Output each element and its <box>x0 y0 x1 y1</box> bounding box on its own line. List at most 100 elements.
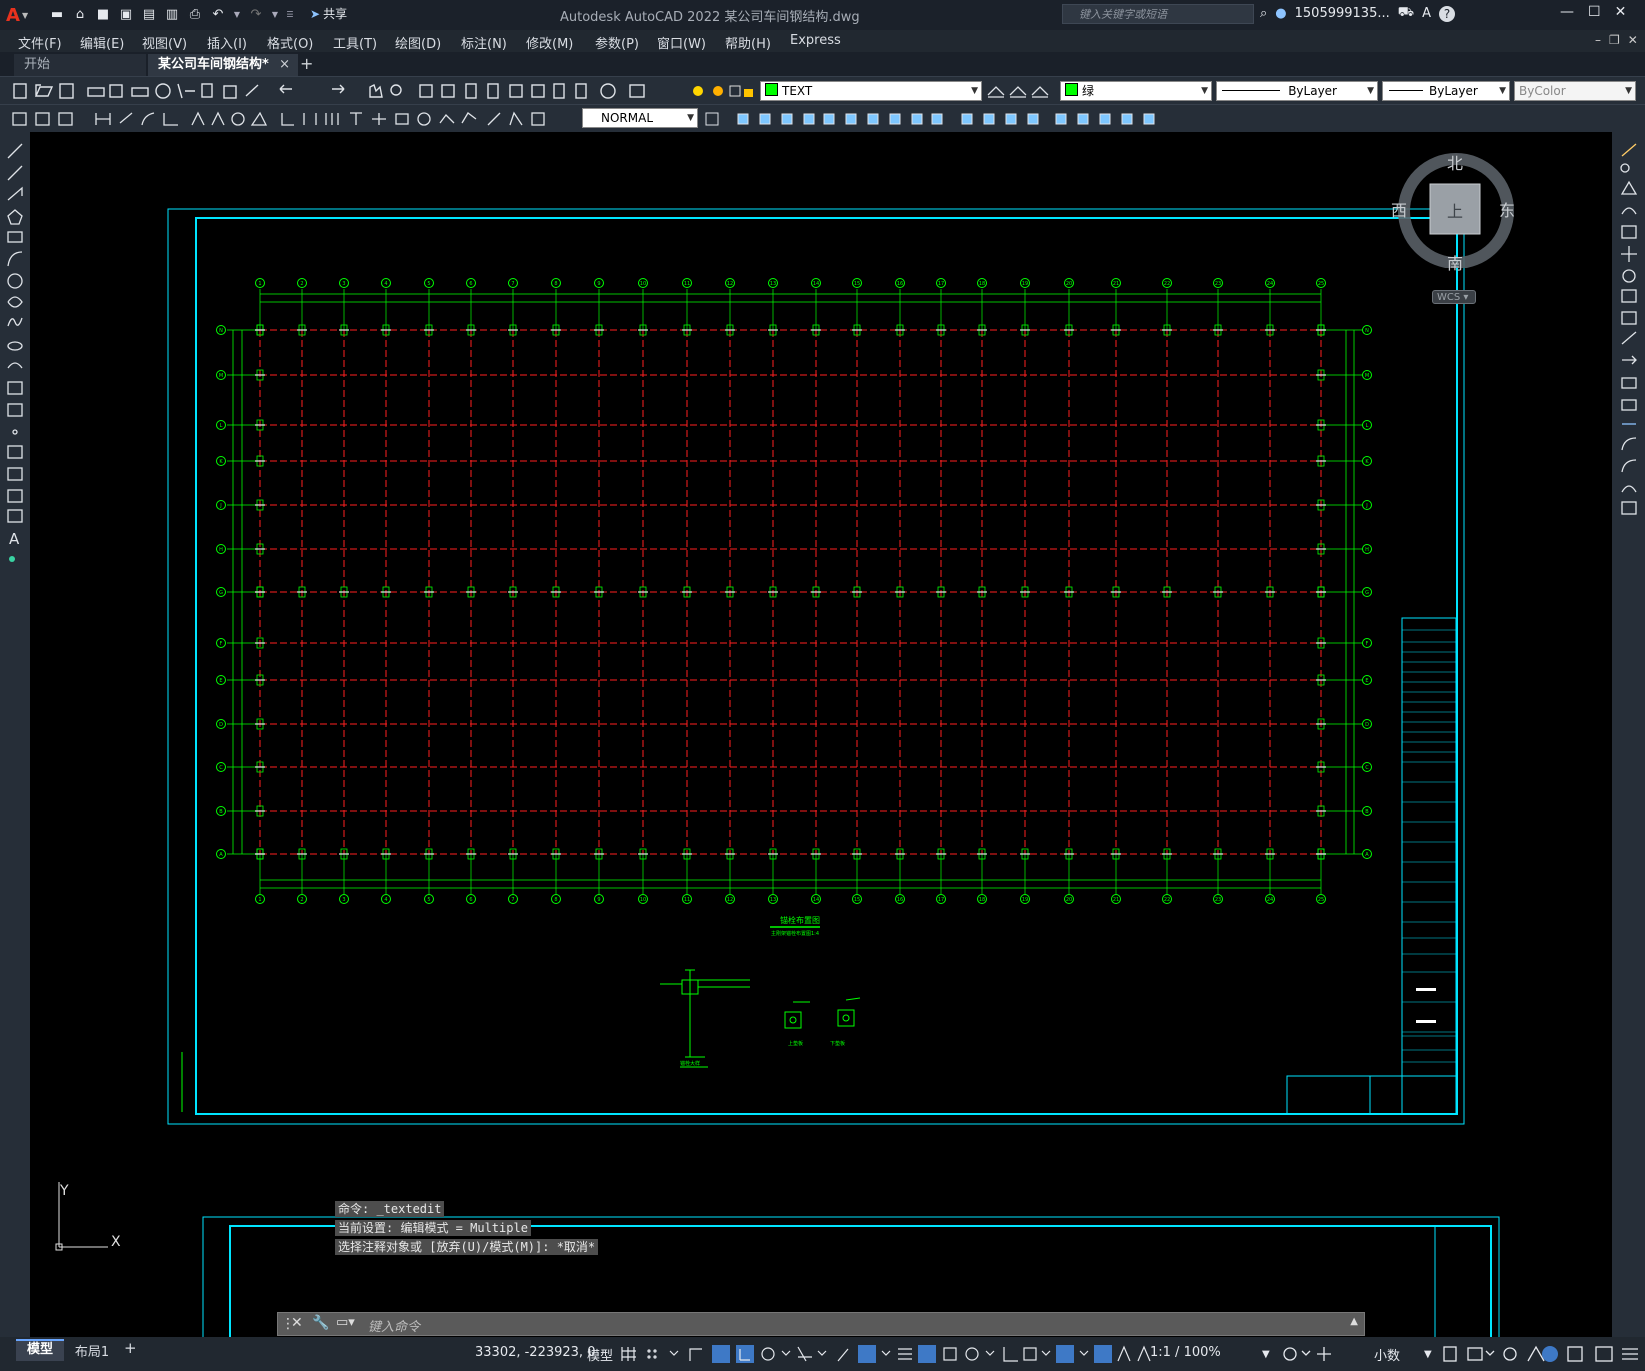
cut-icon <box>177 83 195 99</box>
annotation-scale-readout[interactable]: 1:1 / 100% <box>1150 1345 1221 1360</box>
redo-dropdown-icon[interactable]: ▼ <box>270 5 280 23</box>
command-history-line: 选择注释对象或 [放弃(U)/模式(M)]: *取消* <box>335 1239 599 1255</box>
row-bubble-right-label: M <box>1365 373 1369 379</box>
user-name[interactable]: 1505999135... <box>1295 6 1390 21</box>
layer-tools-icons[interactable] <box>986 81 1052 101</box>
chevron-down-icon[interactable]: ▼ <box>1424 1349 1432 1360</box>
doc-restore-icon[interactable]: ❐ <box>1609 33 1620 47</box>
save-icon[interactable]: ■ <box>94 5 112 23</box>
recent-commands-icon[interactable]: ▭▾ <box>336 1315 355 1330</box>
layer-state-icons[interactable] <box>690 81 756 101</box>
menu-draw[interactable]: 绘图(D) <box>395 33 441 52</box>
status-bar: 模型 布局1 + 33302, -223923, 0 模型 1:1 / 100%… <box>0 1337 1645 1371</box>
dimension-icons <box>12 111 545 126</box>
command-history-toggle-icon[interactable]: ▲ <box>1350 1316 1358 1327</box>
menu-file[interactable]: 文件(F) <box>18 33 62 52</box>
clean-screen-icon <box>1567 1346 1583 1362</box>
menu-dimension[interactable]: 标注(N) <box>461 33 507 52</box>
save-as-icon[interactable]: ▣ <box>117 5 135 23</box>
close-icon[interactable]: ✕ <box>291 1315 303 1331</box>
redo-icon[interactable]: ↷ <box>247 5 265 23</box>
jogged-linear-icon <box>461 112 477 124</box>
units-readout[interactable]: 小数 <box>1374 1345 1400 1364</box>
tab-model[interactable]: 模型 <box>16 1339 64 1361</box>
customize-wrench-icon[interactable]: 🔧 <box>312 1315 329 1331</box>
column-bubble-top-label: 3 <box>342 281 345 287</box>
menu-tools[interactable]: 工具(T) <box>333 33 377 52</box>
lineweight-dropdown[interactable]: ByLayer ▼ <box>1382 81 1510 101</box>
help-icon[interactable]: ? <box>1439 5 1455 22</box>
polygon-icon <box>7 209 23 225</box>
viewcube-south[interactable]: 南 <box>1447 250 1463 274</box>
drawing-canvas[interactable]: 1 1 2 2 3 3 4 4 5 5 6 6 7 7 8 8 9 9 10 10 11 11 12 12 13 13 14 14 15… <box>30 132 1612 1337</box>
wcs-menu[interactable]: WCS ▾ <box>1432 290 1476 304</box>
linear-dim-icon <box>95 113 111 125</box>
sheet-set-icon <box>531 84 545 98</box>
chevron-down-icon[interactable]: ▼ <box>1262 1349 1270 1360</box>
color-dropdown[interactable]: 绿 ▼ <box>1060 81 1212 101</box>
annotation-monitor-icon <box>1317 1347 1331 1361</box>
search-input[interactable]: 键入关键字或短语 <box>1062 4 1254 24</box>
linetype-dropdown[interactable]: ByLayer ▼ <box>1216 81 1378 101</box>
wcs-label: WCS <box>1437 292 1461 303</box>
modify-tool-icons <box>1620 143 1638 515</box>
save-web-icon[interactable]: ▥ <box>163 5 181 23</box>
layer-match-icon <box>1009 86 1027 98</box>
viewcube-north[interactable]: 北 <box>1447 150 1463 174</box>
new-file-icon[interactable]: ▬ <box>48 5 66 23</box>
drawing-svg[interactable]: 1122334455667788991010111112121313141415… <box>30 132 1612 1337</box>
tab-start[interactable]: 开始 <box>14 54 146 76</box>
plot-icon[interactable]: ⎙ <box>186 5 204 23</box>
draw-toolbar: A <box>0 132 30 1337</box>
coordinates-readout[interactable]: 33302, -223923, 0 <box>475 1345 595 1360</box>
close-icon[interactable]: ✕ <box>1615 4 1627 20</box>
tab-document[interactable]: 某公司车间钢结构* × <box>148 54 298 76</box>
menu-parametric[interactable]: 参数(P) <box>595 33 639 52</box>
offset-icon <box>781 113 793 125</box>
doc-close-icon[interactable]: ✕ <box>1628 33 1638 47</box>
plotstyle-dropdown[interactable]: ByColor ▼ <box>1514 81 1636 101</box>
publish-icon <box>131 87 149 97</box>
new-tab-button[interactable]: + <box>300 54 313 73</box>
menu-edit[interactable]: 编辑(E) <box>80 33 124 52</box>
application-menu-button[interactable]: A ▼ <box>6 4 36 26</box>
dimstyle-dropdown[interactable]: NORMAL ▼ <box>582 108 698 128</box>
plot-preview-icon <box>109 84 123 98</box>
add-layout-button[interactable]: + <box>124 1339 137 1357</box>
column-bubble-top-label: 10 <box>640 281 646 287</box>
open-web-icon[interactable]: ▤ <box>140 5 158 23</box>
jogged-icon <box>211 111 225 126</box>
menu-view[interactable]: 视图(V) <box>142 33 187 52</box>
menu-format[interactable]: 格式(O) <box>267 33 313 52</box>
minimize-icon[interactable]: — <box>1560 4 1574 20</box>
menu-window[interactable]: 窗口(W) <box>657 33 706 52</box>
share-button[interactable]: ➤ 共享 <box>310 5 347 22</box>
maximize-icon[interactable]: ☐ <box>1588 4 1601 20</box>
viewcube[interactable]: 北 南 东 西 上 <box>1391 150 1515 273</box>
menu-help[interactable]: 帮助(H) <box>725 33 771 52</box>
menu-modify[interactable]: 修改(M) <box>526 33 573 52</box>
viewcube-top-face[interactable]: 上 <box>1447 198 1463 222</box>
menu-insert[interactable]: 插入(I) <box>207 33 247 52</box>
snap-dropdown-icon <box>669 1350 679 1356</box>
model-space-toggle[interactable]: 模型 <box>587 1345 613 1364</box>
menu-express[interactable]: Express <box>790 33 841 48</box>
doc-minimize-icon[interactable]: – <box>1595 33 1601 47</box>
undo-dropdown-icon[interactable]: ▼ <box>232 5 242 23</box>
customize-qat-icon[interactable]: ☰ <box>285 5 295 23</box>
search-icon[interactable]: ⌕ <box>1260 6 1267 21</box>
command-line[interactable]: ⋮ ✕ 🔧 ▭▾ 键入命令 ▲ <box>277 1312 1365 1336</box>
viewcube-west[interactable]: 西 <box>1391 197 1407 221</box>
cart-icon[interactable]: ⛟ <box>1398 5 1414 22</box>
command-input[interactable]: 键入命令 <box>368 1316 420 1335</box>
column-bubble-bottom-label: 5 <box>427 897 430 903</box>
open-file-icon[interactable]: ⌂ <box>71 5 89 23</box>
autodesk-account-icon[interactable]: A <box>1422 6 1431 21</box>
layer-dropdown[interactable]: TEXT ▼ <box>760 81 982 101</box>
user-icon[interactable]: ● <box>1275 6 1286 21</box>
viewcube-east[interactable]: 东 <box>1499 197 1515 221</box>
file-tabs: 开始 某公司车间钢结构* × + <box>0 52 1645 76</box>
undo-icon[interactable]: ↶ <box>209 5 227 23</box>
tab-close-icon[interactable]: × <box>279 54 290 76</box>
tab-layout1[interactable]: 布局1 <box>68 1341 116 1360</box>
